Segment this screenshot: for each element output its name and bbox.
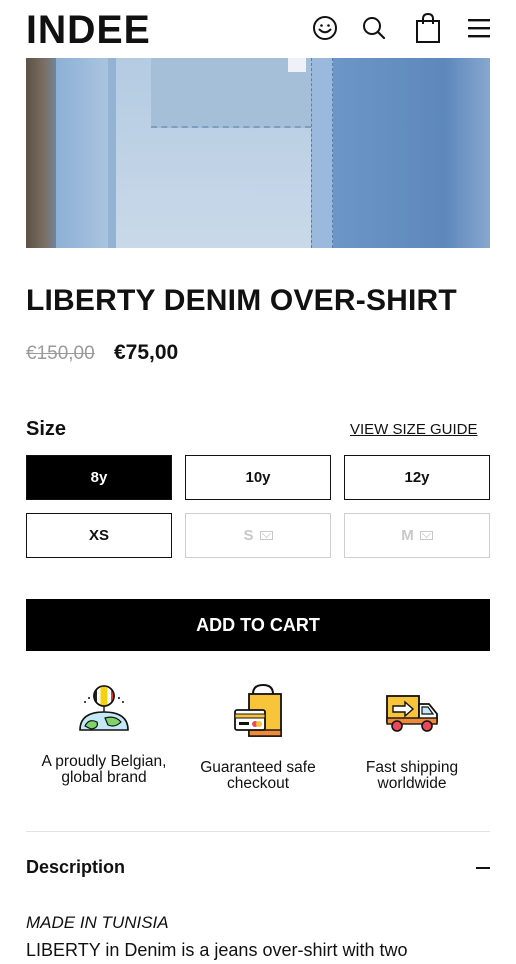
size-option-m[interactable]: M xyxy=(344,513,490,558)
site-header: INDEE xyxy=(0,0,516,58)
product-image[interactable] xyxy=(26,58,490,248)
size-option-s[interactable]: S xyxy=(185,513,331,558)
brand-logo[interactable]: INDEE xyxy=(26,9,151,51)
notify-mail-icon xyxy=(419,531,433,540)
add-to-cart-button[interactable]: ADD TO CART xyxy=(26,599,490,651)
shopping-bag-icon[interactable] xyxy=(410,10,446,46)
search-icon[interactable] xyxy=(356,10,392,46)
made-in-label: MADE IN TUNISIA xyxy=(26,913,169,932)
size-option-8y[interactable]: 8y xyxy=(26,455,172,500)
feature-belgian-brand: A proudly Belgian, global brand xyxy=(26,682,182,786)
feature-safe-checkout: Guaranteed safe checkout xyxy=(180,682,336,792)
section-divider xyxy=(26,831,490,832)
original-price: €150,00 xyxy=(26,343,95,364)
description-heading[interactable]: Description xyxy=(26,857,125,878)
size-option-xs[interactable]: XS xyxy=(26,513,172,558)
feature-fast-shipping: Fast shipping worldwide xyxy=(334,682,490,792)
collapse-minus-icon[interactable] xyxy=(476,867,490,869)
product-title: LIBERTY DENIM OVER-SHIRT xyxy=(26,284,457,317)
feature-text: Fast shipping worldwide xyxy=(365,759,459,792)
secure-shopping-bag-card-icon xyxy=(229,682,287,740)
smiley-account-icon[interactable] xyxy=(307,10,343,46)
delivery-truck-icon xyxy=(383,682,441,740)
feature-text: A proudly Belgian, global brand xyxy=(41,753,167,786)
size-option-10y[interactable]: 10y xyxy=(185,455,331,500)
notify-mail-icon xyxy=(259,531,273,540)
sale-price: €75,00 xyxy=(114,341,179,364)
description-text: LIBERTY in Denim is a jeans over-shirt w… xyxy=(26,940,408,960)
menu-icon[interactable] xyxy=(461,10,497,46)
feature-text: Guaranteed safe checkout xyxy=(200,759,316,792)
globe-belgium-icon xyxy=(75,682,133,740)
size-label: Size xyxy=(26,418,67,440)
size-option-12y[interactable]: 12y xyxy=(344,455,490,500)
size-guide-link[interactable]: VIEW SIZE GUIDE xyxy=(350,421,478,438)
